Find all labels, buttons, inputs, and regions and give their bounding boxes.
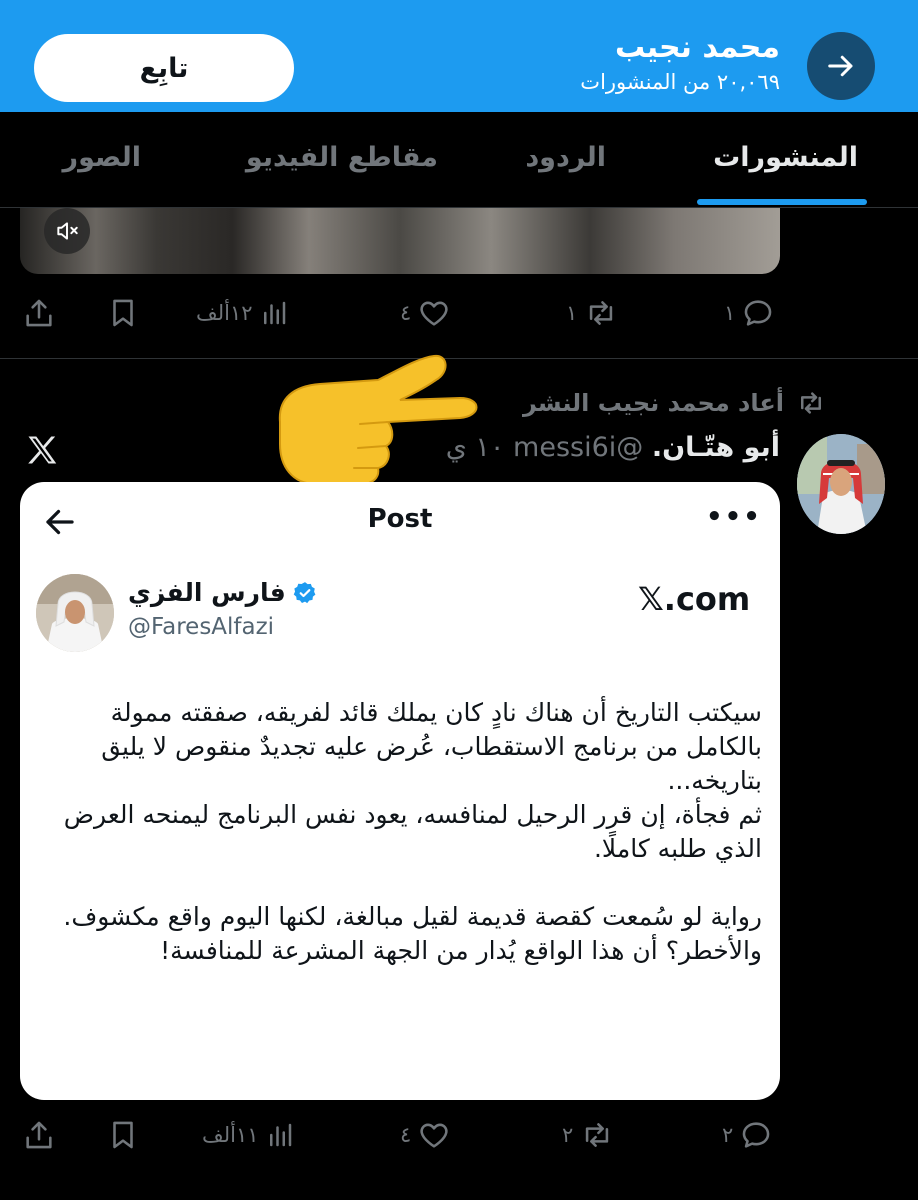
- card-author-handle: @FaresAlfazi: [128, 614, 275, 640]
- reply-action[interactable]: ٢: [722, 1118, 773, 1152]
- embedded-post-image[interactable]: Post ••• فارس الفزي @FaresAlfazi 𝕏.com س…: [20, 482, 780, 1100]
- card-paragraph: والأخطر؟ أن هذا الواقع يُدار من الجهة ال…: [160, 936, 762, 965]
- views-action[interactable]: ١٢ألف: [196, 296, 289, 330]
- author-handle[interactable]: @messi6i: [513, 432, 643, 463]
- reply-icon: [744, 300, 772, 326]
- reply-count: ٢: [722, 1123, 734, 1147]
- repost-count: ١: [566, 301, 578, 325]
- share-icon: [26, 299, 52, 327]
- bookmark-action[interactable]: [106, 296, 140, 330]
- tab-photos[interactable]: الصور: [63, 142, 141, 173]
- x-com-brand: 𝕏.com: [638, 580, 751, 618]
- repost-icon: [586, 1123, 609, 1147]
- tab-posts[interactable]: المنشورات: [713, 142, 858, 173]
- reply-action[interactable]: ١: [724, 296, 775, 330]
- reply-icon: [742, 1122, 770, 1148]
- person-avatar-icon: [36, 574, 114, 652]
- share-action[interactable]: [22, 1118, 56, 1152]
- views-action[interactable]: ١١ألف: [202, 1118, 295, 1152]
- tab-videos[interactable]: مقاطع الفيديو: [246, 142, 438, 173]
- back-button[interactable]: [807, 32, 875, 100]
- repost-icon: [590, 301, 613, 325]
- active-tab-indicator: [697, 199, 867, 205]
- mute-button[interactable]: [44, 208, 90, 254]
- repost-action[interactable]: ٢: [562, 1118, 615, 1152]
- like-count: ٤: [400, 1123, 412, 1147]
- share-action[interactable]: [22, 296, 56, 330]
- heart-icon: [420, 1123, 448, 1148]
- repost-icon: [801, 392, 821, 414]
- like-count: ٤: [400, 301, 412, 325]
- verified-badge-icon: [293, 581, 316, 603]
- card-title: Post: [367, 504, 433, 534]
- author-avatar[interactable]: [797, 434, 885, 534]
- author-name[interactable]: أبو هتّـان.: [652, 432, 780, 463]
- views-count: ١١ألف: [202, 1123, 259, 1147]
- speaker-muted-icon: [57, 222, 78, 240]
- card-post-text: سيكتب التاريخ أن هناك نادٍ كان يملك قائد…: [40, 696, 762, 968]
- card-author-name: فارس الفزي: [128, 578, 286, 607]
- share-icon: [26, 1121, 52, 1149]
- like-action[interactable]: ٤: [400, 1118, 451, 1152]
- pointing-hand-icon: [278, 354, 478, 485]
- bookmark-action[interactable]: [106, 1118, 140, 1152]
- tab-replies[interactable]: الردود: [525, 142, 606, 173]
- bookmark-icon: [113, 299, 133, 327]
- views-count: ١٢ألف: [196, 301, 253, 325]
- arrow-right-icon: [828, 55, 853, 77]
- card-paragraph: سيكتب التاريخ أن هناك نادٍ كان يملك قائد…: [101, 698, 762, 795]
- repost-count: ٢: [562, 1123, 574, 1147]
- video-thumbnail[interactable]: [20, 208, 780, 274]
- bar-chart-icon: [269, 1123, 291, 1147]
- repost-indicator: أعاد محمد نجيب النشر: [523, 388, 828, 418]
- more-options-icon: •••: [706, 502, 762, 532]
- reply-count: ١: [724, 301, 736, 325]
- person-avatar-icon: [797, 434, 885, 534]
- profile-name: محمد نجيب: [615, 30, 780, 65]
- card-author-name-row: فارس الفزي: [128, 578, 318, 607]
- heart-icon: [420, 301, 448, 326]
- card-paragraph: رواية لو سُمعت كقصة قديمة لقيل مبالغة، ل…: [63, 902, 762, 931]
- post-time: ١٠ ي: [445, 432, 505, 463]
- repost-label: أعاد محمد نجيب النشر: [522, 389, 784, 417]
- author-line: أبو هتّـان. @messi6i ١٠ ي: [446, 432, 780, 463]
- card-paragraph: ثم فجأة، إن قرر الرحيل لمنافسه، يعود نفس…: [63, 800, 762, 863]
- x-logo-icon: [28, 436, 57, 464]
- follow-button[interactable]: تابِع: [34, 34, 294, 102]
- like-action[interactable]: ٤: [400, 296, 451, 330]
- profile-header: محمد نجيب ٢٠,٠٦٩ من المنشورات تابِع: [0, 0, 918, 112]
- repost-action[interactable]: ١: [566, 296, 619, 330]
- bookmark-icon: [113, 1121, 133, 1149]
- post-count: ٢٠,٠٦٩ من المنشورات: [580, 70, 780, 94]
- profile-tabs: المنشورات الردود مقاطع الفيديو الصور: [0, 112, 918, 208]
- bar-chart-icon: [263, 301, 285, 325]
- card-author-avatar: [36, 574, 114, 652]
